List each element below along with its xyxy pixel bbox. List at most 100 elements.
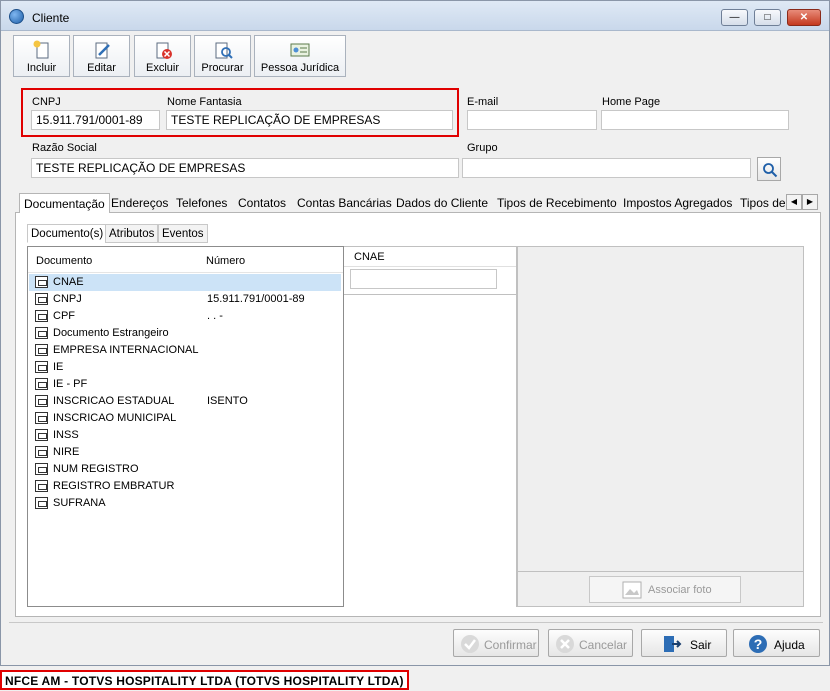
- subtab-atributos[interactable]: Atributos: [105, 224, 159, 243]
- check-icon: [461, 635, 479, 653]
- cliente-window: Cliente — □ ✕ Incluir Editar Excluir Pro…: [0, 0, 830, 666]
- ajuda-button[interactable]: ? Ajuda: [733, 629, 820, 657]
- col-documento-header[interactable]: Documento: [36, 255, 92, 267]
- editar-label: Editar: [87, 62, 116, 74]
- document-number: ISENTO: [207, 395, 248, 407]
- document-name: NUM REGISTRO: [53, 463, 139, 475]
- nome-fantasia-field[interactable]: TESTE REPLICAÇÃO DE EMPRESAS: [166, 110, 453, 130]
- tab-contatos[interactable]: Contatos: [234, 193, 290, 213]
- incluir-label: Incluir: [26, 62, 57, 74]
- tab-scroll-left-button[interactable]: ◀: [786, 194, 802, 210]
- sair-button[interactable]: Sair: [641, 629, 727, 657]
- confirmar-button[interactable]: Confirmar: [453, 629, 539, 657]
- table-row[interactable]: IE - PF: [29, 376, 341, 393]
- tab-enderecos[interactable]: Endereços: [107, 193, 172, 213]
- document-number: 15.911.791/0001-89: [207, 293, 305, 305]
- excluir-button[interactable]: Excluir: [134, 35, 191, 77]
- cancelar-button[interactable]: Cancelar: [548, 629, 633, 657]
- document-number: . . -: [207, 310, 223, 322]
- home-page-label: Home Page: [602, 96, 661, 108]
- svg-text:?: ?: [754, 636, 763, 652]
- subtab-eventos[interactable]: Eventos: [158, 224, 208, 243]
- procurar-button[interactable]: Procurar: [194, 35, 251, 77]
- table-row[interactable]: IE: [29, 359, 341, 376]
- tab-tipos-de-recebimento[interactable]: Tipos de Recebimento: [493, 193, 621, 213]
- document-name: IE: [53, 361, 64, 373]
- document-name: INSCRICAO ESTADUAL: [53, 395, 175, 407]
- pessoa-juridica-button[interactable]: Pessoa Jurídica: [254, 35, 346, 77]
- table-row[interactable]: INSCRICAO MUNICIPAL: [29, 410, 341, 427]
- table-row[interactable]: EMPRESA INTERNACIONAL: [29, 342, 341, 359]
- document-name: Documento Estrangeiro: [53, 327, 169, 339]
- cancelar-label: Cancelar: [579, 638, 628, 652]
- search-icon: [763, 163, 778, 178]
- home-page-field[interactable]: [601, 110, 789, 130]
- document-name: SUFRANA: [53, 497, 106, 509]
- company-status-text: NFCE AM - TOTVS HOSPITALITY LTDA (TOTVS …: [5, 674, 404, 688]
- tab-dados-do-cliente[interactable]: Dados do Cliente: [392, 193, 492, 213]
- razao-social-field[interactable]: TESTE REPLICAÇÃO DE EMPRESAS: [31, 158, 459, 178]
- incluir-button[interactable]: Incluir: [13, 35, 70, 77]
- minimize-button[interactable]: —: [721, 9, 748, 26]
- razao-social-label: Razão Social: [32, 142, 97, 154]
- cnpj-field[interactable]: 15.911.791/0001-89: [31, 110, 160, 130]
- edit-icon: [95, 42, 110, 59]
- photo-icon: [622, 581, 642, 599]
- table-row[interactable]: INSS: [29, 427, 341, 444]
- cnpj-label: CNPJ: [32, 96, 61, 108]
- tab-scroll-right-button[interactable]: ▶: [802, 194, 818, 210]
- pessoa-juridica-label: Pessoa Jurídica: [260, 62, 340, 74]
- table-row[interactable]: REGISTRO EMBRATUR: [29, 478, 341, 495]
- company-status-highlight: NFCE AM - TOTVS HOSPITALITY LTDA (TOTVS …: [0, 670, 409, 690]
- document-icon: [35, 310, 48, 322]
- document-icon: [35, 497, 48, 509]
- procurar-label: Procurar: [201, 62, 244, 74]
- tab-impostos-agregados[interactable]: Impostos Agregados: [619, 193, 736, 213]
- globe-icon: [9, 9, 24, 24]
- delete-icon: [156, 42, 172, 59]
- document-name: CNAE: [53, 276, 84, 288]
- table-row[interactable]: SUFRANA: [29, 495, 341, 512]
- table-row[interactable]: INSCRICAO ESTADUAL ISENTO: [29, 393, 341, 410]
- tab-contas-bancarias[interactable]: Contas Bancárias: [293, 193, 396, 213]
- document-icon: [35, 446, 48, 458]
- tab-documentacao[interactable]: Documentação: [19, 193, 110, 214]
- close-button[interactable]: ✕: [787, 9, 821, 26]
- tab-telefones[interactable]: Telefones: [172, 193, 231, 213]
- table-row[interactable]: NIRE: [29, 444, 341, 461]
- document-name: CNPJ: [53, 293, 82, 305]
- sair-label: Sair: [690, 638, 712, 652]
- associar-foto-button[interactable]: Associar foto: [589, 576, 741, 603]
- maximize-button[interactable]: □: [754, 9, 781, 26]
- help-icon: ?: [749, 635, 767, 653]
- table-row[interactable]: CNAE: [29, 274, 341, 291]
- grupo-label: Grupo: [467, 142, 498, 154]
- document-icon: [35, 429, 48, 441]
- editar-button[interactable]: Editar: [73, 35, 130, 77]
- title-bar[interactable]: Cliente — □ ✕: [1, 1, 829, 31]
- document-icon: [35, 293, 48, 305]
- table-row[interactable]: Documento Estrangeiro: [29, 325, 341, 342]
- table-row[interactable]: CNPJ 15.911.791/0001-89: [29, 291, 341, 308]
- subtab-documentos[interactable]: Documento(s): [27, 224, 108, 243]
- documents-table-header: Documento Número: [28, 247, 343, 273]
- grupo-search-button[interactable]: [757, 157, 781, 181]
- photo-panel: Associar foto: [517, 246, 804, 607]
- cnae-field[interactable]: [350, 269, 497, 289]
- tab-tipos-de[interactable]: Tipos de: [736, 193, 786, 213]
- table-row[interactable]: NUM REGISTRO: [29, 461, 341, 478]
- grupo-field[interactable]: [462, 158, 751, 178]
- associar-foto-label: Associar foto: [648, 584, 712, 596]
- table-row[interactable]: CPF . . -: [29, 308, 341, 325]
- window-title: Cliente: [32, 11, 70, 25]
- email-field[interactable]: [467, 110, 597, 130]
- col-numero-header[interactable]: Número: [206, 255, 245, 267]
- cnae-panel: CNAE: [344, 246, 517, 607]
- exit-door-icon: [664, 636, 682, 652]
- documents-table[interactable]: Documento Número CNAE CNPJ 15.911.791/0001…: [27, 246, 344, 607]
- company-card-icon: [290, 43, 310, 57]
- document-icon: [35, 480, 48, 492]
- cancel-icon: [556, 635, 574, 653]
- document-icon: [35, 276, 48, 288]
- main-tabstrip: Documentação Endereços Telefones Contato…: [15, 193, 821, 214]
